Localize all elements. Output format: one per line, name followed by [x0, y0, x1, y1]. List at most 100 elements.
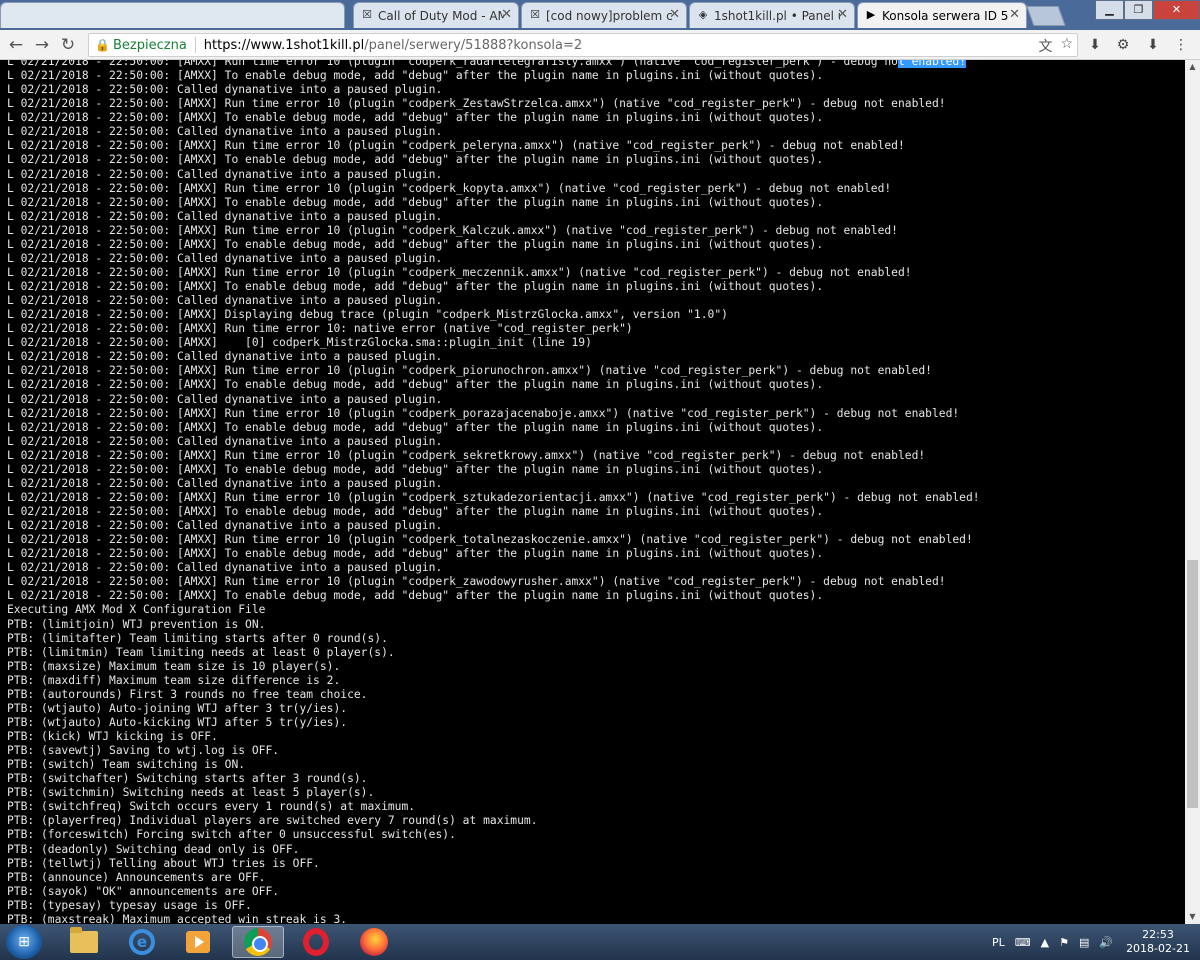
console-line: L 02/21/2018 - 22:50:00: [AMXX] To enabl…	[7, 462, 824, 476]
opera-taskbar-button[interactable]	[290, 926, 342, 958]
console-line: PTB: (maxstreak) Maximum accepted win st…	[7, 912, 348, 924]
tray-expand-icon[interactable]: ▲	[1041, 936, 1049, 949]
tab-close-icon[interactable]: ✕	[501, 7, 512, 22]
chrome-icon	[244, 928, 272, 956]
window-controls: ▁ ❐ ✕	[1095, 0, 1200, 20]
close-window-button[interactable]: ✕	[1153, 0, 1200, 20]
console-line: L 02/21/2018 - 22:50:00: [AMXX] Run time…	[7, 322, 633, 336]
console-line: L 02/21/2018 - 22:50:00: [AMXX] Run time…	[7, 533, 973, 547]
console-line: L 02/21/2018 - 22:50:00: Called dynanati…	[7, 83, 443, 97]
clock-time: 22:53	[1142, 928, 1174, 941]
explorer-taskbar-button[interactable]	[58, 926, 110, 958]
console-line: PTB: (forceswitch) Forcing switch after …	[7, 828, 456, 842]
clock[interactable]: 22:53 2018-02-21	[1126, 928, 1190, 956]
browser-tab[interactable]: ☒ Call of Duty Mod - AM ✕	[353, 2, 519, 28]
console-icon: ▶	[866, 8, 876, 21]
browser-tab[interactable]: ▶ Konsola serwera ID 51 ✕	[857, 2, 1027, 28]
url-host: https://www.1shot1kill.pl	[203, 37, 365, 53]
media-player-taskbar-button[interactable]	[172, 926, 224, 958]
browser-tab-strip: ☒ Call of Duty Mod - AM ✕ ☒ [cod nowy]proble…	[0, 0, 1200, 30]
back-arrow-icon[interactable]: ←	[6, 35, 26, 55]
downloads-icon[interactable]: ⬇	[1144, 36, 1162, 54]
console-line-text: L 02/21/2018 - 22:50:00: [AMXX] Run time…	[7, 60, 898, 68]
console-line: PTB: (wtjauto) Auto-joining WTJ after 3 …	[7, 701, 348, 715]
console-line: L 02/21/2018 - 22:50:00: [AMXX] Run time…	[7, 364, 932, 378]
start-button[interactable]: ⊞	[6, 925, 42, 959]
console-line: L 02/21/2018 - 22:50:00: [AMXX] To enabl…	[7, 547, 824, 561]
ie-taskbar-button[interactable]: e	[116, 926, 168, 958]
browser-tab[interactable]: ☒ [cod nowy]problem co ✕	[521, 2, 687, 28]
browser-toolbar: ← → ↻ 🔒 Bezpieczna https://www.1shot1kil…	[0, 30, 1200, 60]
extension-gear-icon[interactable]: ⚙	[1114, 36, 1132, 54]
console-line: L 02/21/2018 - 22:50:00: [AMXX] To enabl…	[7, 195, 824, 209]
console-line: L 02/21/2018 - 22:50:00: Called dynanati…	[7, 392, 443, 406]
console-line: L 02/21/2018 - 22:50:00: [AMXX] To enabl…	[7, 505, 824, 518]
console-line: L 02/21/2018 - 22:50:00: [AMXX] Run time…	[7, 223, 898, 237]
maximize-button[interactable]: ❐	[1124, 0, 1153, 20]
forward-arrow-icon[interactable]: →	[32, 35, 52, 55]
secure-label: Bezpieczna	[113, 37, 187, 53]
keyboard-icon[interactable]: ⌨	[1015, 936, 1031, 949]
console-line: L 02/21/2018 - 22:50:00: [AMXX] Run time…	[7, 448, 926, 462]
translate-icon[interactable]: 文	[1038, 36, 1052, 56]
minimize-button[interactable]: ▁	[1095, 0, 1124, 20]
console-line: L 02/21/2018 - 22:50:00: [AMXX] Run time…	[7, 265, 912, 279]
internet-explorer-icon: e	[129, 929, 155, 955]
tab-label: Call of Duty Mod - AM	[378, 8, 504, 23]
tab-label: 1shot1kill.pl • Panel us	[714, 8, 840, 23]
console-line: PTB: (limitmin) Team limiting needs at l…	[7, 645, 395, 659]
windows-taskbar: ⊞ e PL ⌨ ▲ ⚑ ▤ 🔊 22:53 2018-02-21	[0, 924, 1200, 960]
bookmark-star-icon[interactable]: ☆	[1060, 36, 1073, 56]
server-console-output[interactable]: L 02/21/2018 - 22:50:00: [AMXX] Run time…	[0, 60, 1185, 924]
scroll-down-arrow-icon[interactable]: ▼	[1185, 910, 1200, 924]
console-line: L 02/21/2018 - 22:50:00: Called dynanati…	[7, 350, 443, 364]
menu-icon[interactable]: ⋮	[1172, 36, 1190, 54]
console-line: L 02/21/2018 - 22:50:00: [AMXX] Displayi…	[7, 308, 728, 322]
console-line: L 02/21/2018 - 22:50:00: [AMXX] To enabl…	[7, 111, 824, 125]
forum-icon: ☒	[530, 8, 540, 21]
console-line: PTB: (savewtj) Saving to wtj.log is OFF.	[7, 744, 280, 758]
browser-tab[interactable]: ◈ 1shot1kill.pl • Panel us ✕	[689, 2, 855, 28]
console-line: PTB: (wtjauto) Auto-kicking WTJ after 5 …	[7, 715, 348, 729]
console-line: PTB: (announce) Announcements are OFF.	[7, 870, 266, 884]
firefox-taskbar-button[interactable]	[348, 926, 400, 958]
address-bar[interactable]: 🔒 Bezpieczna https://www.1shot1kill.pl/p…	[88, 33, 1078, 57]
console-line: L 02/21/2018 - 22:50:00: [AMXX] Run time…	[7, 575, 946, 589]
console-line: PTB: (tellwtj) Telling about WTJ tries i…	[7, 856, 320, 870]
console-line: L 02/21/2018 - 22:50:00: [AMXX] Run time…	[7, 490, 980, 504]
new-tab-button[interactable]	[1026, 6, 1066, 26]
console-line: L 02/21/2018 - 22:50:00: [AMXX] To enabl…	[7, 153, 824, 167]
tab-label: Konsola serwera ID 51	[882, 8, 1008, 23]
console-line: L 02/21/2018 - 22:50:00: [AMXX] To enabl…	[7, 378, 824, 392]
chrome-taskbar-button[interactable]	[232, 926, 284, 958]
scroll-up-arrow-icon[interactable]: ▲	[1185, 60, 1200, 74]
action-center-flag-icon[interactable]: ⚑	[1059, 936, 1069, 949]
tab-blank[interactable]	[0, 2, 345, 28]
console-line: L 02/21/2018 - 22:50:00: Called dynanati…	[7, 125, 443, 139]
tab-close-icon[interactable]: ✕	[669, 7, 680, 22]
volume-icon[interactable]: 🔊	[1099, 936, 1113, 949]
console-line: L 02/21/2018 - 22:50:00: Called dynanati…	[7, 167, 443, 181]
extension-download-icon[interactable]: ⬇	[1086, 36, 1104, 54]
console-line: L 02/21/2018 - 22:50:00: [AMXX] Run time…	[7, 60, 966, 68]
panel-icon: ◈	[698, 8, 708, 21]
address-separator	[194, 37, 196, 53]
folder-icon	[70, 927, 98, 953]
console-line: L 02/21/2018 - 22:50:00: [AMXX] To enabl…	[7, 69, 824, 83]
console-line: L 02/21/2018 - 22:50:00: Called dynanati…	[7, 251, 443, 265]
network-icon[interactable]: ▤	[1079, 936, 1089, 949]
console-line: Executing AMX Mod X Configuration File	[7, 603, 266, 617]
console-line: PTB: (limitafter) Team limiting starts a…	[7, 631, 388, 645]
console-line: PTB: (switchmin) Switching needs at leas…	[7, 786, 375, 800]
console-line: PTB: (typesay) typesay usage is OFF.	[7, 898, 252, 912]
language-indicator[interactable]: PL	[992, 936, 1005, 949]
console-line: L 02/21/2018 - 22:50:00: [AMXX] [0] codp…	[7, 336, 592, 350]
console-scrollbar[interactable]: ▲ ▼	[1185, 60, 1200, 924]
console-line: L 02/21/2018 - 22:50:00: Called dynanati…	[7, 561, 443, 575]
tab-close-icon[interactable]: ✕	[1009, 7, 1020, 22]
scroll-thumb[interactable]	[1187, 560, 1198, 808]
tab-close-icon[interactable]: ✕	[837, 7, 848, 22]
reload-icon[interactable]: ↻	[58, 35, 78, 55]
console-line: L 02/21/2018 - 22:50:00: Called dynanati…	[7, 294, 443, 308]
address-bar-actions: 文 ☆	[1038, 36, 1073, 56]
